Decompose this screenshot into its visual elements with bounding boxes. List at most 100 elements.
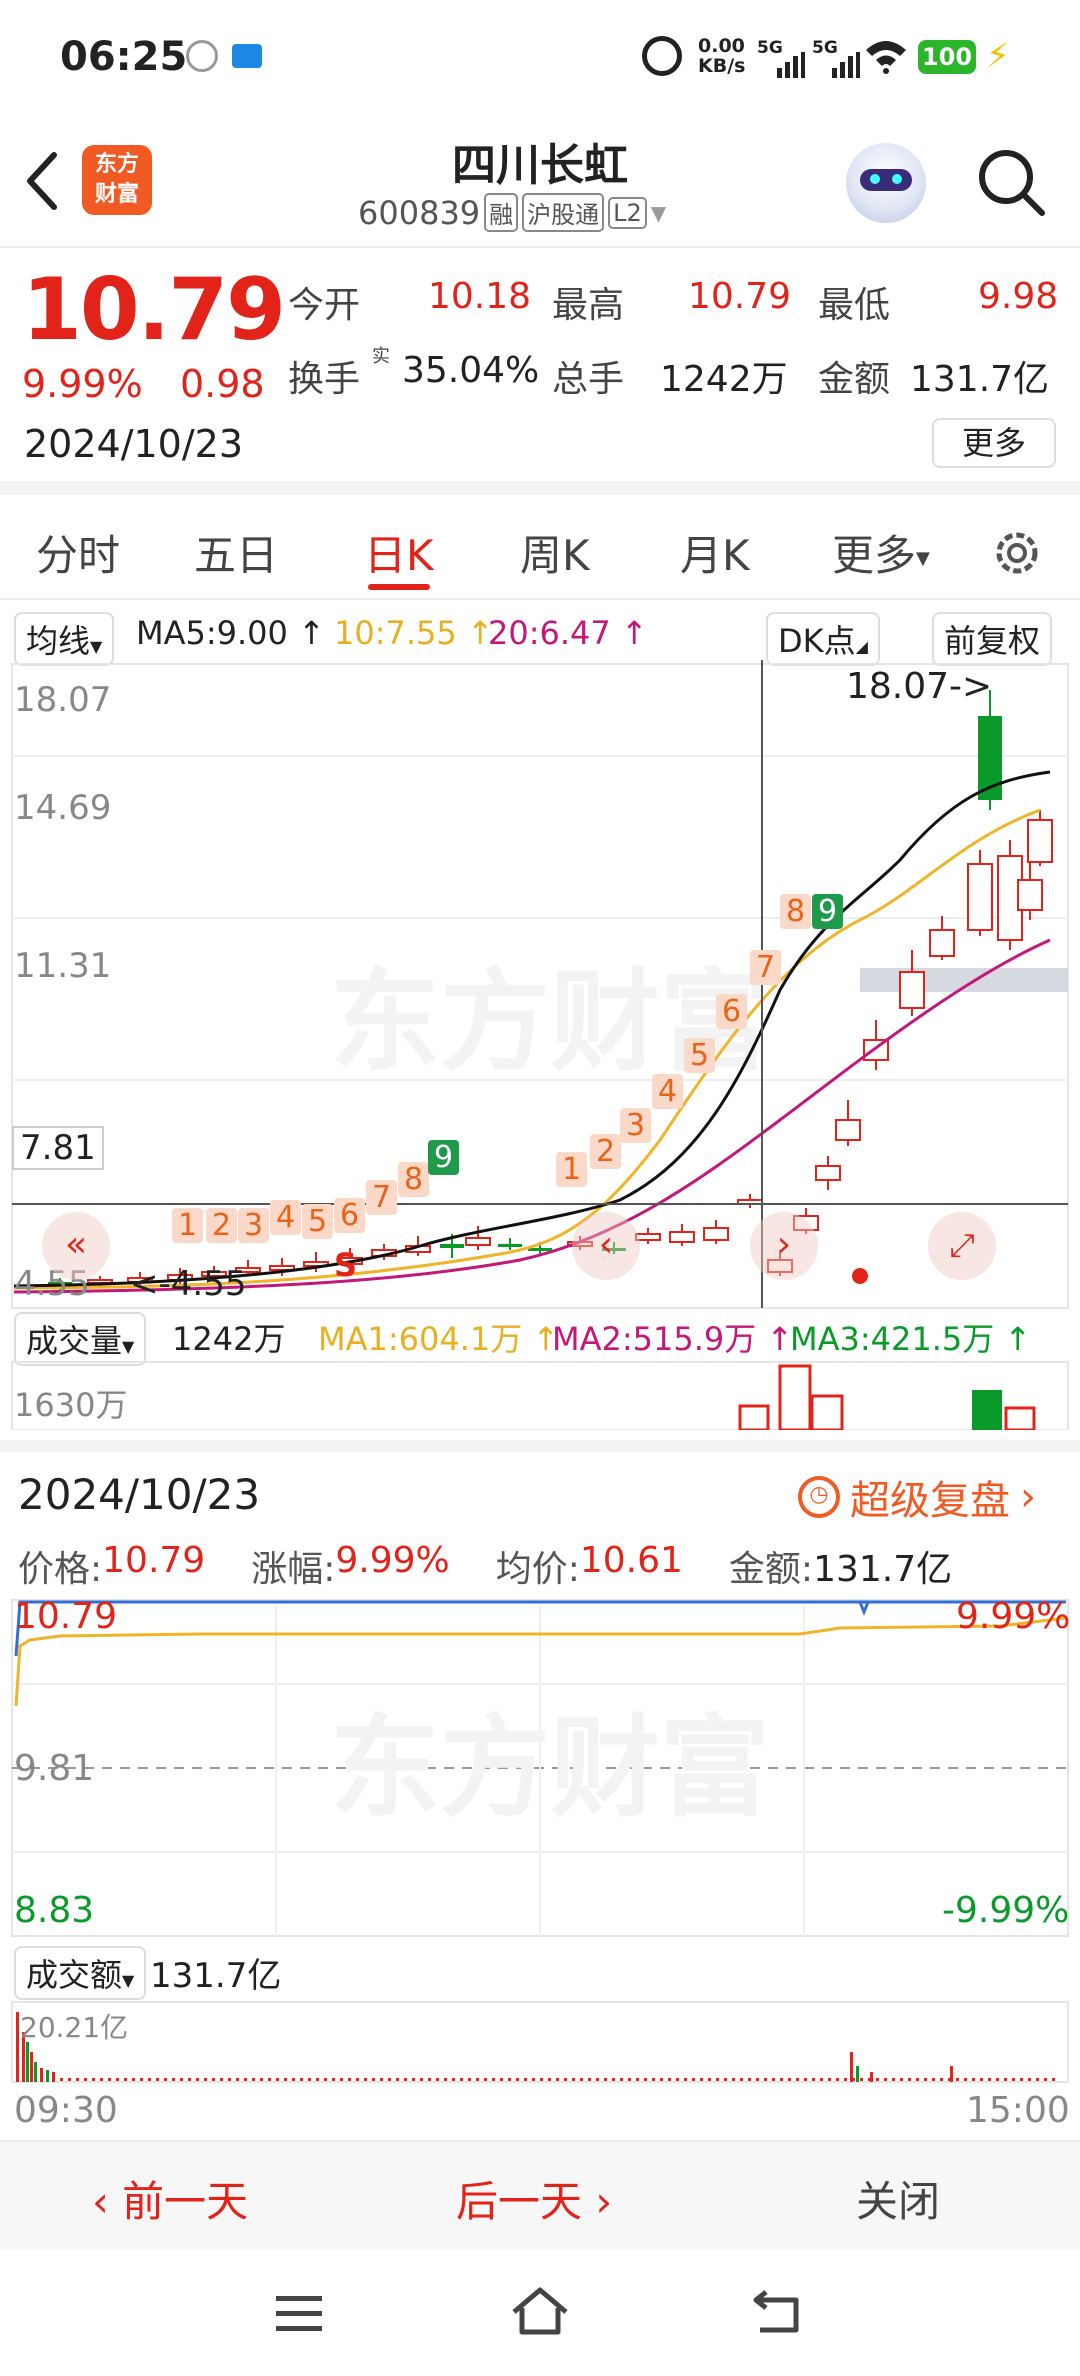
volume-ma2: MA2:515.9万 ↑ bbox=[552, 1320, 794, 1358]
amount-bar bbox=[980, 2078, 983, 2081]
crosshair-price-label: 7.81 bbox=[12, 1126, 104, 1170]
ma-type-select[interactable]: 均线▼ bbox=[14, 612, 115, 666]
scroll-left-icon[interactable]: ‹ bbox=[572, 1212, 640, 1280]
time-end: 15:00 bbox=[966, 2090, 1070, 2131]
candle-body bbox=[835, 1119, 861, 1141]
tab-daily-k[interactable]: 日K bbox=[364, 522, 434, 583]
amount-bar bbox=[596, 2078, 599, 2081]
amount-bar bbox=[372, 2078, 375, 2081]
super-replay-button[interactable]: ◷ 超级复盘 › bbox=[798, 1468, 1036, 1526]
low-value: 9.98 bbox=[978, 276, 1059, 317]
intraday-y-mid: 9.81 bbox=[14, 1748, 95, 1789]
amount-bar bbox=[124, 2078, 127, 2081]
amount-bar bbox=[900, 2078, 903, 2081]
tab-five-day[interactable]: 五日 bbox=[194, 522, 278, 583]
volume-indicator-label: 成交量 bbox=[26, 1322, 123, 1360]
detail-summary-row: 价格: 10.79 涨幅: 9.99% 均价: 10.61 金额: 131.7亿 bbox=[18, 1540, 952, 1592]
super-replay-label: 超级复盘 bbox=[850, 1478, 1010, 1524]
prev-day-label: 前一天 bbox=[122, 2177, 249, 2226]
intraday-y-bottom: 8.83 bbox=[14, 1890, 95, 1931]
sequence-count-label: 9 bbox=[812, 894, 844, 929]
y-axis-label-1: 18.07 bbox=[14, 680, 112, 720]
amount-bar bbox=[700, 2078, 703, 2081]
amount-bar bbox=[1052, 2078, 1055, 2081]
caret-down-icon: ▼ bbox=[916, 548, 930, 569]
amount-bar bbox=[820, 2078, 823, 2081]
candle-body bbox=[498, 1244, 522, 1247]
amount-label: 金额 bbox=[818, 359, 891, 400]
search-icon[interactable] bbox=[976, 147, 1048, 219]
stock-code: 600839 bbox=[358, 193, 481, 232]
amount-bar bbox=[532, 2078, 535, 2081]
sequence-count-label: 2 bbox=[590, 1134, 622, 1169]
amount-bar bbox=[76, 2078, 79, 2081]
amount-bar bbox=[16, 2012, 19, 2082]
quote-panel: 10.79 9.99% 0.98 2024/10/23 今开 10.18 最高 … bbox=[0, 250, 1080, 495]
chg-label: 涨幅: bbox=[251, 1549, 336, 1590]
alarm-icon bbox=[642, 36, 682, 76]
amount-bar bbox=[828, 2078, 831, 2081]
amount-bar bbox=[788, 2078, 791, 2081]
avg-value: 10.61 bbox=[579, 1540, 683, 1581]
amount-bar bbox=[356, 2078, 359, 2081]
fullscreen-icon[interactable]: ⤢ bbox=[928, 1212, 996, 1280]
amount-bar bbox=[116, 2078, 119, 2081]
sequence-count-label: 4 bbox=[270, 1200, 302, 1235]
amount-bar bbox=[508, 2078, 511, 2081]
candle-body bbox=[703, 1227, 729, 1241]
next-day-button[interactable]: 后一天 › bbox=[456, 2168, 612, 2229]
app-status-icon bbox=[232, 44, 262, 68]
volume-indicator-select[interactable]: 成交量▼ bbox=[14, 1312, 147, 1366]
tab-weekly-k[interactable]: 周K bbox=[520, 522, 590, 583]
tab-more[interactable]: 更多▼ bbox=[832, 522, 930, 583]
amount-bar bbox=[204, 2078, 207, 2081]
volume-bar bbox=[810, 1394, 844, 1430]
stock-code-row[interactable]: 600839 融 沪股通 L2 ▼ bbox=[358, 193, 666, 232]
amount-bar bbox=[660, 2078, 663, 2081]
amount-bar bbox=[380, 2078, 383, 2081]
amount-bar bbox=[564, 2078, 567, 2081]
amount-bar bbox=[30, 2052, 33, 2082]
low-price-marker: <-4.55 bbox=[130, 1264, 247, 1304]
amount-bar bbox=[612, 2078, 615, 2081]
adjust-select[interactable]: 前复权 bbox=[932, 612, 1053, 666]
sequence-count-label: 1 bbox=[172, 1208, 204, 1243]
back-nav-icon[interactable] bbox=[752, 2288, 804, 2334]
amount-bar bbox=[580, 2078, 583, 2081]
high-label: 最高 bbox=[552, 285, 625, 326]
amount-bar bbox=[804, 2078, 807, 2081]
candle-body bbox=[528, 1248, 552, 1251]
amount-bar bbox=[196, 2078, 199, 2081]
sequence-count-label: 5 bbox=[302, 1204, 334, 1239]
amount-bar bbox=[436, 2078, 439, 2081]
home-icon[interactable] bbox=[510, 2286, 570, 2336]
tab-intraday[interactable]: 分时 bbox=[36, 522, 120, 583]
more-button[interactable]: 更多 bbox=[932, 418, 1056, 468]
prev-day-button[interactable]: ‹ 前一天 bbox=[92, 2168, 248, 2229]
amount-bar bbox=[276, 2078, 279, 2081]
signal-icon-2 bbox=[832, 52, 860, 78]
amount-indicator-select[interactable]: 成交额▼ bbox=[14, 1946, 147, 2000]
menu-icon[interactable] bbox=[274, 2294, 326, 2334]
price-value: 10.79 bbox=[102, 1540, 206, 1581]
amount-bar bbox=[636, 2078, 639, 2081]
amount-value: 131.7亿 bbox=[910, 359, 1050, 400]
sequence-count-label: 9 bbox=[428, 1140, 460, 1175]
rewind-icon[interactable]: « bbox=[42, 1212, 110, 1280]
high-value: 10.79 bbox=[688, 276, 792, 317]
gear-icon[interactable] bbox=[990, 526, 1044, 580]
candle-body bbox=[1017, 879, 1043, 911]
amount-bar bbox=[950, 2066, 953, 2082]
amount-bar bbox=[148, 2078, 151, 2081]
candle-body bbox=[899, 971, 925, 1009]
assistant-avatar[interactable] bbox=[846, 143, 926, 223]
amount-bar bbox=[108, 2078, 111, 2081]
close-button[interactable]: 关闭 bbox=[856, 2168, 940, 2229]
scroll-right-icon[interactable]: › bbox=[750, 1212, 818, 1280]
intraday-chart[interactable]: 东方财富 bbox=[0, 1596, 1080, 1976]
ma10-value: 10:7.55 ↑ bbox=[334, 614, 494, 652]
battery-indicator: 100 bbox=[918, 40, 976, 74]
kline-chart[interactable]: 均线▼ MA5:9.00 ↑ 10:7.55 ↑ 20:6.47 ↑ DK点◢ … bbox=[0, 600, 1080, 1430]
tab-monthly-k[interactable]: 月K bbox=[680, 522, 750, 583]
dk-point-select[interactable]: DK点◢ bbox=[766, 612, 880, 666]
